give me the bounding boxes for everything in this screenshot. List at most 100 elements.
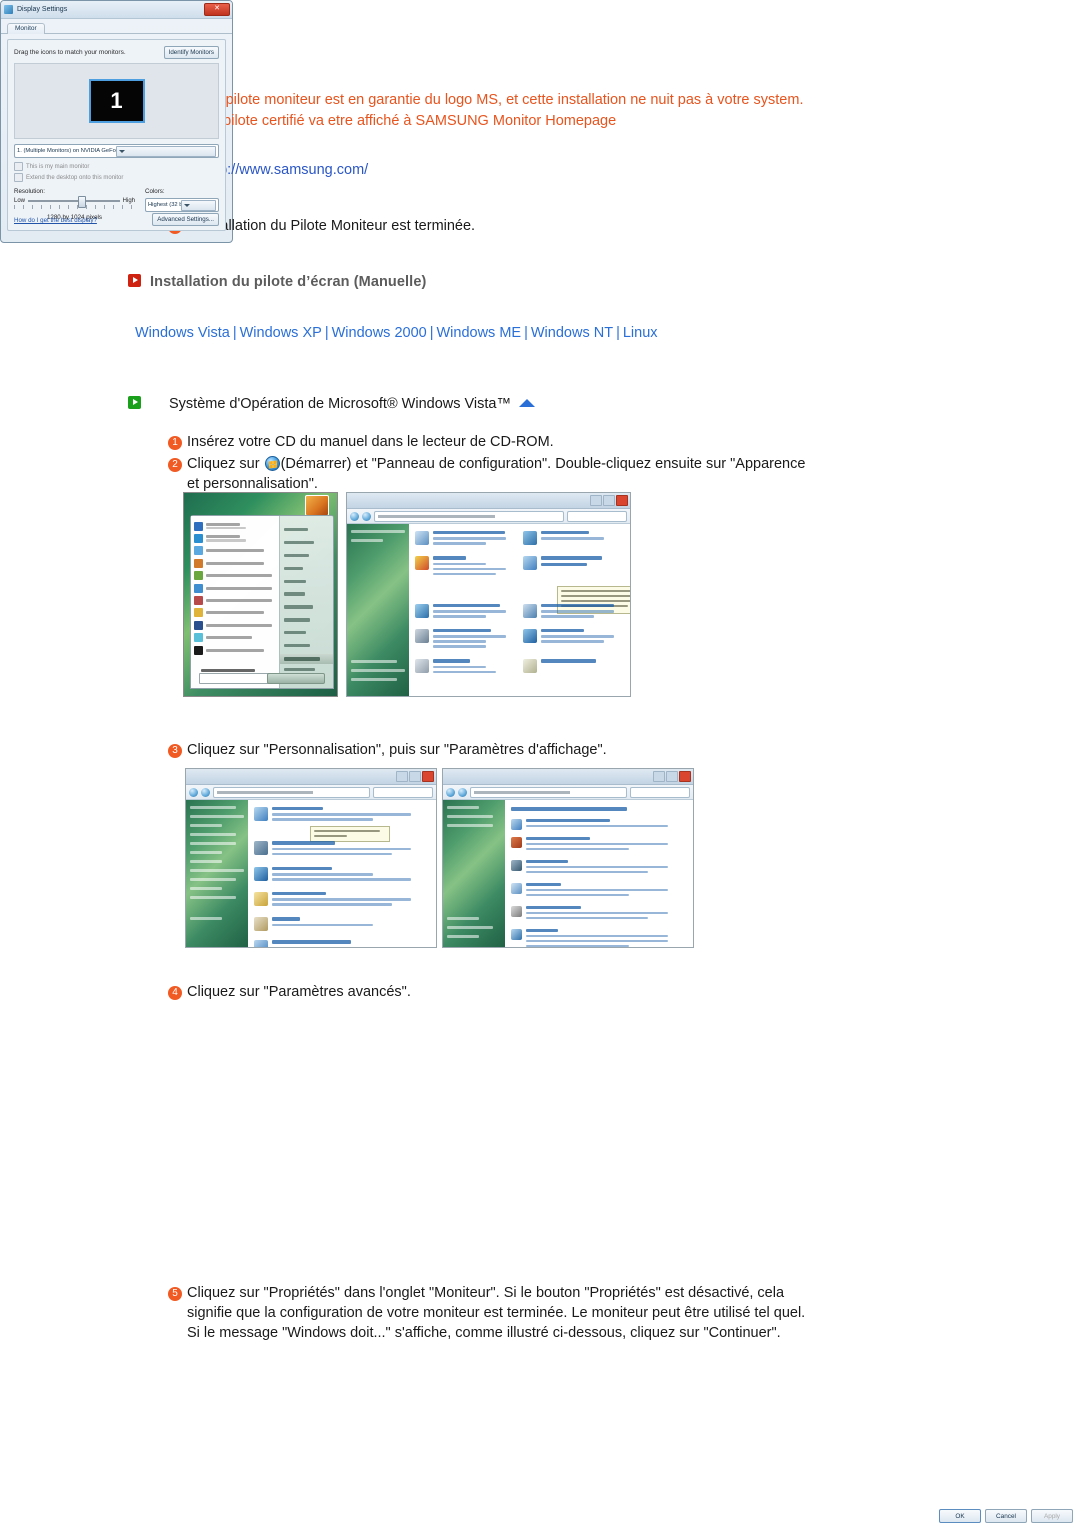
close-icon[interactable]: ✕ (204, 3, 230, 16)
category-programs[interactable] (415, 659, 517, 675)
os-link-windows-xp[interactable]: Windows XP (240, 325, 322, 341)
os-link-windows-vista[interactable]: Windows Vista (135, 325, 230, 341)
sidebar-item-hardware-and-sound[interactable] (190, 842, 236, 845)
search-input[interactable] (630, 786, 690, 798)
sidebar-item-programs[interactable] (190, 851, 223, 854)
all-programs-button[interactable] (201, 668, 255, 672)
search-input[interactable] (373, 786, 433, 798)
item-window-color-and-appearance[interactable] (511, 818, 687, 830)
back-icon[interactable] (446, 787, 455, 797)
advanced-settings-button[interactable]: Advanced Settings... (152, 213, 219, 226)
sidebar-item-ease-of-access[interactable] (447, 935, 480, 938)
apply-button[interactable]: Apply (1031, 1509, 1073, 1523)
item-taskbar-and-start-menu[interactable] (254, 841, 430, 857)
cancel-button[interactable]: Cancel (985, 1509, 1027, 1523)
window-controls[interactable] (396, 771, 434, 782)
address-bar[interactable] (347, 509, 630, 524)
start-menu-item-control-panel[interactable] (280, 653, 333, 664)
os-link-linux[interactable]: Linux (623, 325, 658, 341)
sidebar-item-ease-of-access[interactable] (190, 887, 223, 890)
colors-select[interactable]: Highest (32 bit) (145, 198, 219, 212)
extend-desktop-checkbox-row[interactable]: Extend the desktop onto this monitor (14, 173, 219, 182)
sidebar-recent-task-2[interactable] (351, 678, 397, 681)
list-item (194, 594, 276, 606)
item-desktop-background[interactable] (511, 836, 687, 853)
sidebar-item-change-desktop-icons[interactable] (447, 815, 493, 818)
breadcrumb[interactable] (374, 510, 564, 522)
maximize-icon (666, 771, 678, 782)
address-bar[interactable] (443, 785, 693, 800)
breadcrumb[interactable] (470, 786, 627, 798)
sidebar-item-control-panel-home[interactable] (190, 806, 236, 809)
resolution-slider[interactable]: Low High (14, 196, 135, 208)
sidebar-recent-task-1[interactable] (351, 669, 405, 672)
item-mouse-pointers[interactable] (511, 905, 687, 922)
category-additional-options[interactable] (522, 659, 625, 675)
sidebar-item-clock-language-region[interactable] (190, 878, 236, 881)
category-ease-of-access[interactable] (522, 629, 625, 650)
item-folder-options[interactable] (254, 892, 430, 908)
step-5-text-line3: Si le message "Windows doit..." s'affich… (187, 1325, 781, 1341)
item-ease-of-access-center[interactable] (254, 866, 430, 883)
main-monitor-checkbox[interactable] (14, 162, 23, 171)
sidebar-item-user-accounts[interactable] (190, 860, 223, 863)
start-search-input[interactable] (199, 673, 273, 684)
fonts-icon (254, 917, 268, 932)
os-link-windows-nt[interactable]: Windows NT (531, 325, 613, 341)
sidebar-item-network-and-internet[interactable] (190, 833, 236, 836)
sidebar-item-additional-options[interactable] (190, 896, 236, 899)
item-personalization[interactable] (254, 807, 430, 823)
sidebar-item-adjust-font-size[interactable] (447, 824, 493, 827)
forward-icon[interactable] (201, 787, 210, 797)
chevron-down-icon[interactable] (115, 145, 216, 157)
item-windows-sidebar-properties[interactable] (254, 940, 430, 947)
forward-icon[interactable] (458, 787, 467, 797)
monitor-thumbnail-1[interactable]: 1 (88, 79, 145, 123)
category-appearance-and-personalization[interactable] (522, 556, 625, 577)
sidebar-item-security[interactable] (190, 824, 223, 827)
category-clock-language-region[interactable] (522, 603, 625, 620)
blue-up-triangle-icon[interactable] (518, 399, 535, 407)
sidebar-item-system-and-maintenance[interactable] (190, 815, 244, 818)
back-icon[interactable] (350, 511, 359, 521)
extend-desktop-checkbox[interactable] (14, 173, 23, 182)
sidebar-item-classic-view[interactable] (351, 539, 384, 542)
best-display-help-link[interactable]: How do I get the best display? (14, 217, 97, 224)
slider-track[interactable] (28, 196, 120, 208)
samsung-homepage-link[interactable]: http://www.samsung.com/ (203, 162, 368, 178)
window-controls[interactable] (590, 495, 628, 506)
category-network-and-internet[interactable] (415, 603, 517, 620)
os-link-windows-me[interactable]: Windows ME (436, 325, 521, 341)
step-4: 4 Cliquez sur "Paramètres avancés". (168, 982, 868, 1002)
list-item (511, 928, 687, 947)
forward-icon[interactable] (362, 511, 371, 521)
sidebar-item-control-panel-home[interactable] (351, 530, 405, 533)
category-user-accounts[interactable] (522, 531, 625, 547)
sidebar-item-taskbar-and-start-menu[interactable] (447, 926, 493, 929)
sidebar-item-classic-view[interactable] (190, 917, 223, 920)
identify-monitors-button[interactable]: Identify Monitors (163, 46, 219, 59)
category-security[interactable] (415, 556, 517, 577)
item-fonts[interactable] (254, 917, 430, 932)
power-buttons-group[interactable] (267, 673, 325, 684)
back-icon[interactable] (189, 787, 198, 797)
item-screen-saver[interactable] (511, 859, 687, 876)
sidebar-item-appearance-and-personalization[interactable] (190, 869, 244, 872)
monitor-arrangement-stage[interactable]: 1 (14, 63, 219, 139)
display-device-select[interactable]: 1. (Multiple Monitors) on NVIDIA GeForce… (14, 144, 219, 158)
os-link-windows-2000[interactable]: Windows 2000 (332, 325, 427, 341)
window-controls[interactable] (653, 771, 691, 782)
tab-monitor[interactable]: Monitor (7, 22, 45, 34)
item-sounds[interactable] (511, 882, 687, 899)
slider-thumb[interactable] (77, 196, 86, 208)
category-hardware-and-sound[interactable] (415, 629, 517, 650)
category-system-and-maintenance[interactable] (415, 531, 517, 547)
breadcrumb[interactable] (213, 786, 370, 798)
ok-button[interactable]: OK (939, 1509, 981, 1523)
address-bar[interactable] (186, 785, 436, 800)
search-input[interactable] (567, 510, 627, 522)
chevron-down-icon[interactable] (181, 199, 216, 211)
main-monitor-checkbox-row[interactable]: This is my main monitor (14, 162, 219, 171)
item-theme[interactable] (511, 928, 687, 947)
green-play-square-icon (128, 396, 141, 409)
